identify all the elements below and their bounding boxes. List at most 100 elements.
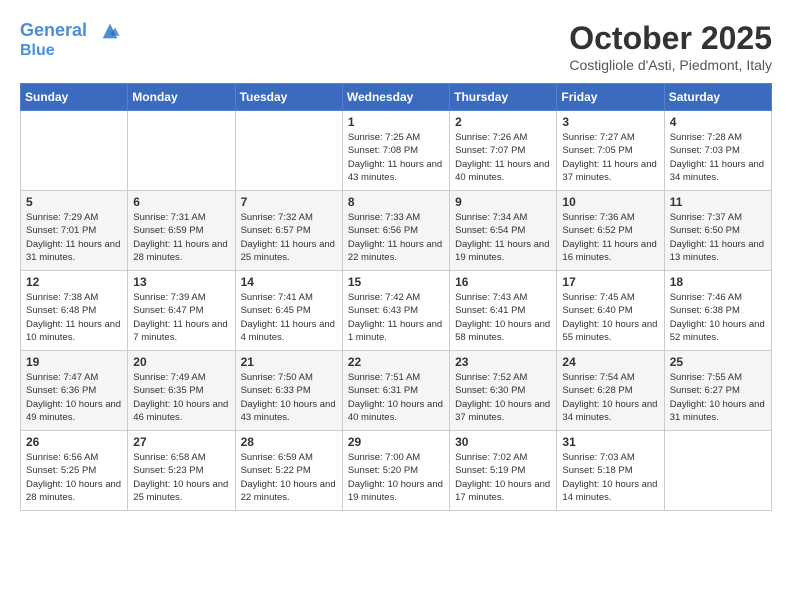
day-cell-14: 14 Sunrise: 7:41 AM Sunset: 6:45 PM Dayli… [235, 271, 342, 351]
day-cell-12: 12 Sunrise: 7:38 AM Sunset: 6:48 PM Dayli… [21, 271, 128, 351]
day-number: 25 [670, 355, 766, 369]
day-cell-17: 17Sunrise: 7:45 AM Sunset: 6:40 PM Dayli… [557, 271, 664, 351]
day-info: Sunrise: 6:59 AM Sunset: 5:22 PM Dayligh… [241, 451, 337, 504]
day-cell-25: 25 Sunrise: 7:55 AM Sunset: 6:27 PM Dayli… [664, 351, 771, 431]
calendar-table: SundayMondayTuesdayWednesdayThursdayFrid… [20, 83, 772, 511]
col-header-sunday: Sunday [21, 84, 128, 111]
day-number: 30 [455, 435, 551, 449]
day-number: 29 [348, 435, 444, 449]
day-cell-28: 28 Sunrise: 6:59 AM Sunset: 5:22 PM Dayli… [235, 431, 342, 511]
day-cell-21: 21 Sunrise: 7:50 AM Sunset: 6:33 PM Dayli… [235, 351, 342, 431]
day-number: 14 [241, 275, 337, 289]
day-info: Sunrise: 7:47 AM Sunset: 6:36 PM Dayligh… [26, 371, 122, 424]
day-info: Sunrise: 7:29 AM Sunset: 7:01 PM Dayligh… [26, 211, 122, 264]
day-info: Sunrise: 7:02 AM Sunset: 5:19 PM Dayligh… [455, 451, 551, 504]
day-info: Sunrise: 7:25 AM Sunset: 7:08 PM Dayligh… [348, 131, 444, 184]
day-cell-15: 15Sunrise: 7:42 AM Sunset: 6:43 PM Dayli… [342, 271, 449, 351]
day-cell-19: 19 Sunrise: 7:47 AM Sunset: 6:36 PM Dayli… [21, 351, 128, 431]
day-info: Sunrise: 7:36 AM Sunset: 6:52 PM Dayligh… [562, 211, 658, 264]
day-number: 31 [562, 435, 658, 449]
day-info: Sunrise: 7:34 AM Sunset: 6:54 PM Dayligh… [455, 211, 551, 264]
day-cell-26: 26 Sunrise: 6:56 AM Sunset: 5:25 PM Dayli… [21, 431, 128, 511]
day-number: 6 [133, 195, 229, 209]
day-cell-31: 31 Sunrise: 7:03 AM Sunset: 5:18 PM Dayli… [557, 431, 664, 511]
week-row-4: 19 Sunrise: 7:47 AM Sunset: 6:36 PM Dayli… [21, 351, 772, 431]
day-info: Sunrise: 7:49 AM Sunset: 6:35 PM Dayligh… [133, 371, 229, 424]
day-info: Sunrise: 7:33 AM Sunset: 6:56 PM Dayligh… [348, 211, 444, 264]
day-cell-5: 5 Sunrise: 7:29 AM Sunset: 7:01 PM Daylig… [21, 191, 128, 271]
week-row-5: 26 Sunrise: 6:56 AM Sunset: 5:25 PM Dayli… [21, 431, 772, 511]
day-cell-16: 16Sunrise: 7:43 AM Sunset: 6:41 PM Dayli… [450, 271, 557, 351]
day-info: Sunrise: 7:50 AM Sunset: 6:33 PM Dayligh… [241, 371, 337, 424]
logo: General Blue [20, 20, 124, 60]
day-number: 20 [133, 355, 229, 369]
day-cell-13: 13 Sunrise: 7:39 AM Sunset: 6:47 PM Dayli… [128, 271, 235, 351]
logo-text: General [20, 20, 124, 42]
day-cell-18: 18Sunrise: 7:46 AM Sunset: 6:38 PM Dayli… [664, 271, 771, 351]
day-info: Sunrise: 7:39 AM Sunset: 6:47 PM Dayligh… [133, 291, 229, 344]
day-number: 18 [670, 275, 766, 289]
day-info: Sunrise: 7:38 AM Sunset: 6:48 PM Dayligh… [26, 291, 122, 344]
day-info: Sunrise: 7:37 AM Sunset: 6:50 PM Dayligh… [670, 211, 766, 264]
day-number: 3 [562, 115, 658, 129]
location: Costigliole d'Asti, Piedmont, Italy [569, 57, 772, 73]
col-header-monday: Monday [128, 84, 235, 111]
day-number: 19 [26, 355, 122, 369]
day-cell-22: 22Sunrise: 7:51 AM Sunset: 6:31 PM Dayli… [342, 351, 449, 431]
day-number: 17 [562, 275, 658, 289]
day-cell-1: 1 Sunrise: 7:25 AM Sunset: 7:08 PM Daylig… [342, 111, 449, 191]
day-info: Sunrise: 7:41 AM Sunset: 6:45 PM Dayligh… [241, 291, 337, 344]
day-cell-2: 2Sunrise: 7:26 AM Sunset: 7:07 PM Daylig… [450, 111, 557, 191]
day-number: 10 [562, 195, 658, 209]
empty-cell [21, 111, 128, 191]
week-row-1: 1 Sunrise: 7:25 AM Sunset: 7:08 PM Daylig… [21, 111, 772, 191]
day-cell-20: 20 Sunrise: 7:49 AM Sunset: 6:35 PM Dayli… [128, 351, 235, 431]
day-info: Sunrise: 7:03 AM Sunset: 5:18 PM Dayligh… [562, 451, 658, 504]
day-info: Sunrise: 7:55 AM Sunset: 6:27 PM Dayligh… [670, 371, 766, 424]
col-header-wednesday: Wednesday [342, 84, 449, 111]
week-row-2: 5 Sunrise: 7:29 AM Sunset: 7:01 PM Daylig… [21, 191, 772, 271]
day-cell-4: 4 Sunrise: 7:28 AM Sunset: 7:03 PM Daylig… [664, 111, 771, 191]
day-info: Sunrise: 7:27 AM Sunset: 7:05 PM Dayligh… [562, 131, 658, 184]
page-header: General Blue October 2025 Costigliole d'… [20, 20, 772, 73]
day-cell-11: 11 Sunrise: 7:37 AM Sunset: 6:50 PM Dayli… [664, 191, 771, 271]
day-number: 21 [241, 355, 337, 369]
day-info: Sunrise: 7:52 AM Sunset: 6:30 PM Dayligh… [455, 371, 551, 424]
day-cell-8: 8Sunrise: 7:33 AM Sunset: 6:56 PM Daylig… [342, 191, 449, 271]
month-title: October 2025 [569, 20, 772, 57]
title-block: October 2025 Costigliole d'Asti, Piedmon… [569, 20, 772, 73]
day-number: 5 [26, 195, 122, 209]
day-info: Sunrise: 6:56 AM Sunset: 5:25 PM Dayligh… [26, 451, 122, 504]
week-row-3: 12 Sunrise: 7:38 AM Sunset: 6:48 PM Dayli… [21, 271, 772, 351]
calendar-header-row: SundayMondayTuesdayWednesdayThursdayFrid… [21, 84, 772, 111]
day-number: 4 [670, 115, 766, 129]
day-info: Sunrise: 6:58 AM Sunset: 5:23 PM Dayligh… [133, 451, 229, 504]
day-number: 1 [348, 115, 444, 129]
day-number: 26 [26, 435, 122, 449]
day-cell-30: 30 Sunrise: 7:02 AM Sunset: 5:19 PM Dayli… [450, 431, 557, 511]
day-info: Sunrise: 7:32 AM Sunset: 6:57 PM Dayligh… [241, 211, 337, 264]
day-number: 22 [348, 355, 444, 369]
day-cell-3: 3 Sunrise: 7:27 AM Sunset: 7:05 PM Daylig… [557, 111, 664, 191]
empty-cell [128, 111, 235, 191]
day-number: 15 [348, 275, 444, 289]
col-header-thursday: Thursday [450, 84, 557, 111]
empty-cell [664, 431, 771, 511]
logo-icon [96, 20, 124, 42]
day-info: Sunrise: 7:00 AM Sunset: 5:20 PM Dayligh… [348, 451, 444, 504]
day-cell-6: 6Sunrise: 7:31 AM Sunset: 6:59 PM Daylig… [128, 191, 235, 271]
day-info: Sunrise: 7:43 AM Sunset: 6:41 PM Dayligh… [455, 291, 551, 344]
day-number: 2 [455, 115, 551, 129]
day-cell-10: 10 Sunrise: 7:36 AM Sunset: 6:52 PM Dayli… [557, 191, 664, 271]
day-cell-29: 29 Sunrise: 7:00 AM Sunset: 5:20 PM Dayli… [342, 431, 449, 511]
day-number: 12 [26, 275, 122, 289]
logo-blue-text: Blue [20, 42, 124, 60]
col-header-friday: Friday [557, 84, 664, 111]
day-number: 9 [455, 195, 551, 209]
day-number: 28 [241, 435, 337, 449]
empty-cell [235, 111, 342, 191]
day-number: 13 [133, 275, 229, 289]
day-number: 11 [670, 195, 766, 209]
day-info: Sunrise: 7:28 AM Sunset: 7:03 PM Dayligh… [670, 131, 766, 184]
day-cell-27: 27Sunrise: 6:58 AM Sunset: 5:23 PM Dayli… [128, 431, 235, 511]
